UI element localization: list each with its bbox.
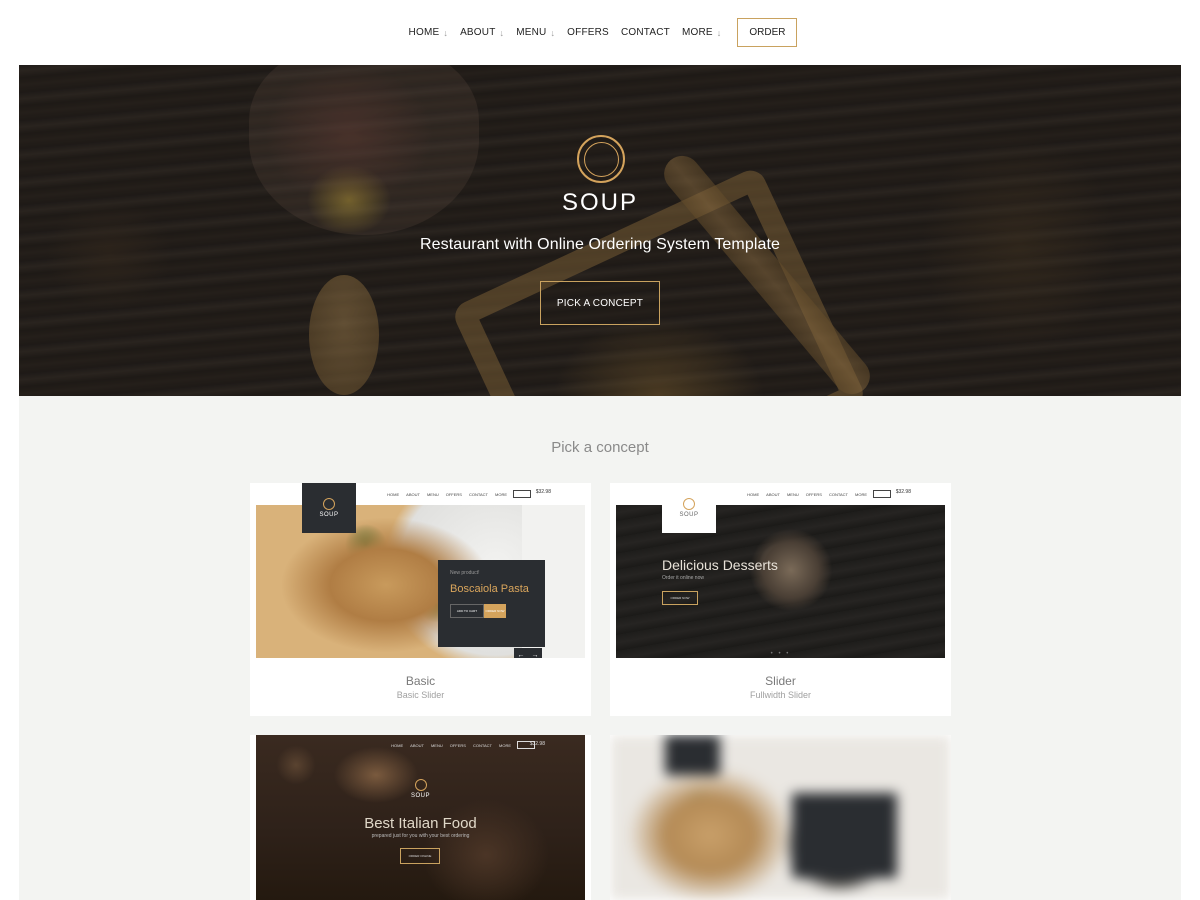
preview-order-button xyxy=(873,490,891,498)
concepts-section: Pick a concept HOME ABOUT MENU OFFERS CO… xyxy=(19,396,1181,900)
preview-nav-link: ABOUT xyxy=(766,491,780,497)
preview-nav-link: MORE xyxy=(855,491,867,497)
preview-cart: $32.98 xyxy=(895,489,911,495)
preview-slide-button: ORDER NOW xyxy=(662,591,698,605)
preview-slide-title: Best Italian Food xyxy=(364,815,477,832)
preview-order-button xyxy=(513,490,531,498)
preview-nav-link: CONTACT xyxy=(468,491,488,497)
hero-logo-text: SOUP xyxy=(561,189,638,216)
preview-nav-link: HOME xyxy=(747,491,760,497)
nav-item-menu[interactable]: MENU ↓ xyxy=(516,27,555,38)
arrow-down-icon: ↓ xyxy=(550,27,556,38)
hero-tagline: Restaurant with Online Ordering System T… xyxy=(419,236,781,253)
nav-item-about[interactable]: ABOUT ↓ xyxy=(460,27,504,38)
nav-item-offers[interactable]: OFFERS xyxy=(567,27,609,38)
concept-preview-image xyxy=(610,735,951,900)
concept-card-blurred[interactable] xyxy=(610,735,951,900)
pick-a-concept-button[interactable]: PICK A CONCEPT xyxy=(540,281,660,325)
preview-nav-link: HOME xyxy=(387,491,400,497)
nav-item-contact[interactable]: CONTACT xyxy=(621,27,670,38)
preview-nav-link: OFFERS xyxy=(805,491,822,497)
promo-buttons: ADD TO CART ORDER NOW xyxy=(450,604,533,618)
concept-card-italian[interactable]: HOME ABOUT MENU OFFERS CONTACT MORE $32.… xyxy=(250,735,591,900)
preview-slide-subtitle: Order it online now xyxy=(662,575,704,581)
preview-nav-link: OFFERS xyxy=(445,491,462,497)
hero-banner: SOUP Restaurant with Online Ordering Sys… xyxy=(19,65,1181,396)
soup-ring-logo-icon xyxy=(683,498,695,510)
preview-slide-title: Delicious Desserts xyxy=(662,557,778,573)
nav-list: HOME ↓ ABOUT ↓ MENU ↓ OFFERS CONTACT MORE ↓ … xyxy=(403,18,798,47)
arrow-down-icon: ↓ xyxy=(499,27,505,38)
preview-nav-link: ABOUT xyxy=(410,742,424,748)
preview-logo-text: SOUP xyxy=(679,512,699,518)
preview-nav-link: MORE xyxy=(495,491,507,497)
preview-cart: $32.98 xyxy=(535,489,551,495)
card-subtitle: Basic Slider xyxy=(396,690,445,700)
arrow-down-icon: ↓ xyxy=(716,27,722,38)
preview-slider-arrows: ← → xyxy=(514,648,542,658)
arrow-left-icon: ← xyxy=(514,648,528,658)
nav-item-more[interactable]: MORE ↓ xyxy=(682,27,722,38)
preview-logo-text: SOUP xyxy=(410,793,430,799)
promo-add-button: ADD TO CART xyxy=(450,604,484,618)
preview-logo-box: SOUP xyxy=(662,483,716,533)
card-title: Basic xyxy=(405,674,436,688)
preview-center-logo: SOUP xyxy=(256,779,585,799)
preview-nav-link: OFFERS xyxy=(449,742,466,748)
promo-order-button: ORDER NOW xyxy=(484,604,506,618)
nav-item-home[interactable]: HOME ↓ xyxy=(409,27,449,38)
hero-content: SOUP Restaurant with Online Ordering Sys… xyxy=(19,65,1181,396)
preview-promo-box xyxy=(792,793,897,878)
arrow-right-icon: → xyxy=(528,648,542,658)
preview-nav-link: HOME xyxy=(391,742,404,748)
preview-slide-button: ORDER ONLINE xyxy=(400,848,440,864)
preview-nav-link: MENU xyxy=(786,491,799,497)
concept-card-slider[interactable]: HOME ABOUT MENU OFFERS CONTACT MORE $32.… xyxy=(610,483,951,716)
preview-logo-box: SOUP xyxy=(302,483,356,533)
preview-nav-links: HOME ABOUT MENU OFFERS CONTACT MORE xyxy=(391,743,511,748)
preview-nav-link: MENU xyxy=(426,491,439,497)
top-navigation: HOME ↓ ABOUT ↓ MENU ↓ OFFERS CONTACT MORE ↓ … xyxy=(0,0,1200,65)
soup-ring-logo-icon xyxy=(577,135,625,183)
preview-cart: $32.98 xyxy=(529,741,545,747)
nav-item-label: MORE xyxy=(681,27,713,38)
soup-ring-logo-icon xyxy=(414,779,427,791)
preview-slider-dots: • • • xyxy=(770,651,791,657)
preview-logo-box xyxy=(665,735,720,775)
concept-preview-image: HOME ABOUT MENU OFFERS CONTACT MORE $32.… xyxy=(256,735,585,900)
preview-slide-subtitle: prepared just for you with your best ord… xyxy=(371,833,470,839)
card-subtitle: Fullwidth Slider xyxy=(749,690,812,700)
preview-nav-link: CONTACT xyxy=(472,742,492,748)
order-button[interactable]: ORDER xyxy=(737,18,798,47)
preview-nav-links: HOME ABOUT MENU OFFERS CONTACT MORE xyxy=(387,492,507,497)
promo-title: Boscaiola Pasta xyxy=(450,583,529,595)
preview-promo-box: New product! Boscaiola Pasta ADD TO CART… xyxy=(438,560,545,647)
arrow-down-icon: ↓ xyxy=(443,27,449,38)
soup-ring-logo-icon xyxy=(323,498,335,510)
promo-label: New product! xyxy=(450,570,480,576)
nav-item-label: ABOUT xyxy=(460,27,496,38)
preview-nav-link: MENU xyxy=(430,742,443,748)
preview-nav-links: HOME ABOUT MENU OFFERS CONTACT MORE xyxy=(747,492,867,497)
nav-item-label: MENU xyxy=(516,27,547,38)
nav-item-label: CONTACT xyxy=(620,27,670,38)
preview-nav-link: ABOUT xyxy=(406,491,420,497)
concept-card-basic[interactable]: HOME ABOUT MENU OFFERS CONTACT MORE $32.… xyxy=(250,483,591,716)
section-title: Pick a concept xyxy=(551,439,649,456)
card-title: Slider xyxy=(765,674,796,688)
preview-nav-link: CONTACT xyxy=(828,491,848,497)
preview-logo-text: SOUP xyxy=(319,512,339,518)
nav-item-label: HOME xyxy=(408,27,440,38)
nav-item-label: OFFERS xyxy=(567,27,609,38)
preview-nav-link: MORE xyxy=(499,742,511,748)
